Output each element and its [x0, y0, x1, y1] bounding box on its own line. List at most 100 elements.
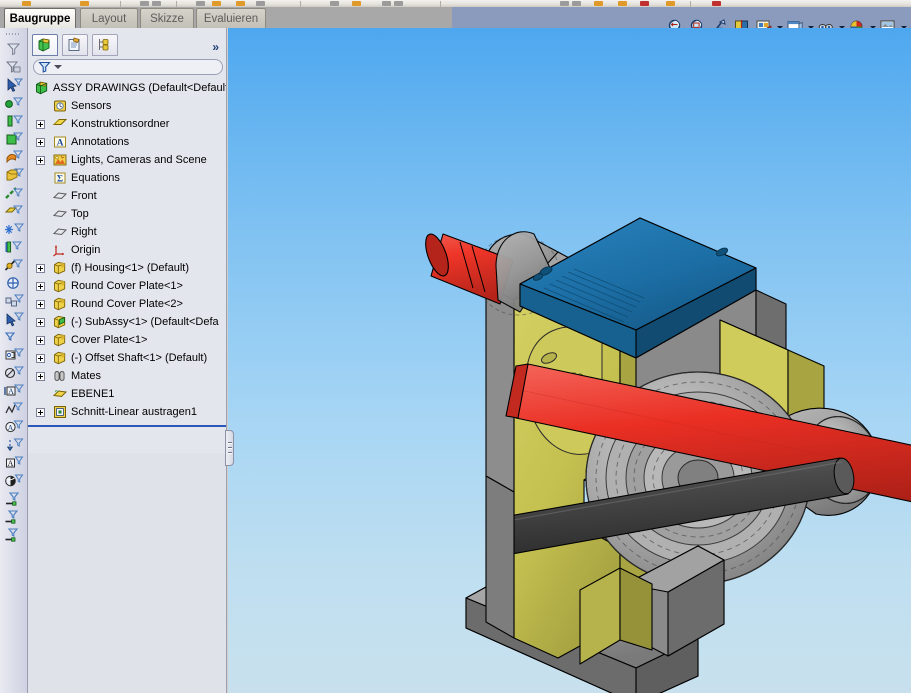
- filter-sketch-segments-icon[interactable]: [1, 256, 27, 274]
- tab-baugruppe[interactable]: Baugruppe: [4, 8, 76, 28]
- tree-item-equations[interactable]: Σ Equations: [28, 169, 226, 187]
- tree-item-assy-drawings[interactable]: ASSY DRAWINGS (Default<Default: [28, 79, 226, 97]
- filter-faces-icon[interactable]: [1, 130, 27, 148]
- tree-expand-toggle[interactable]: [36, 371, 45, 381]
- feature-tree-filter-bar[interactable]: [33, 59, 223, 75]
- tree-expand-toggle[interactable]: [36, 299, 45, 309]
- filter-notes-icon[interactable]: A: [1, 418, 27, 436]
- svg-text:Σ: Σ: [57, 174, 63, 184]
- assembly-icon: [34, 80, 50, 96]
- tree-expand-toggle[interactable]: [36, 137, 45, 147]
- tree-expand-toggle[interactable]: [36, 155, 45, 165]
- panel-splitter-handle[interactable]: [225, 430, 234, 466]
- filter-cosmetic-thread-icon[interactable]: [1, 472, 27, 490]
- filter-edges-icon[interactable]: [1, 112, 27, 130]
- svg-text:A: A: [7, 459, 13, 468]
- part-icon: [52, 296, 68, 312]
- svg-text:A: A: [8, 387, 14, 396]
- tree-item-housing[interactable]: (f) Housing<1> (Default): [28, 259, 226, 277]
- filter-connection-points-icon[interactable]: [1, 508, 27, 526]
- filter-dimensions-icon[interactable]: [1, 328, 27, 346]
- filter-all-icon[interactable]: [1, 40, 27, 58]
- filter-planes-icon[interactable]: [1, 202, 27, 220]
- filter-boxes-icon[interactable]: [1, 58, 27, 76]
- tree-expand-toggle[interactable]: [36, 281, 45, 291]
- model-render: [425, 217, 911, 693]
- filter-centerlines-icon[interactable]: [1, 310, 27, 328]
- tree-item-label: Right: [71, 226, 97, 238]
- annotations-icon: A: [52, 134, 68, 150]
- filter-center-marks-icon[interactable]: [1, 292, 27, 310]
- tree-item-label: Origin: [71, 244, 101, 256]
- tree-item-front-plane[interactable]: Front: [28, 187, 226, 205]
- feature-manager-tab[interactable]: [32, 34, 58, 56]
- tree-item-sensors[interactable]: Sensors: [28, 97, 226, 115]
- tree-expand-toggle[interactable]: [36, 407, 45, 417]
- tree-item-schnitt-linear-austragen1[interactable]: Schnitt-Linear austragen1: [28, 403, 226, 421]
- feature-tree-empty-area: [28, 453, 226, 693]
- filter-surface-bodies-icon[interactable]: [1, 148, 27, 166]
- tree-item-right-plane[interactable]: Right: [28, 223, 226, 241]
- part-icon: [52, 332, 68, 348]
- filter-vertices-icon[interactable]: [1, 94, 27, 112]
- tree-expand-toggle[interactable]: [36, 335, 45, 345]
- filter-surface-finish-icon[interactable]: [1, 346, 27, 364]
- plane-icon: [52, 188, 68, 204]
- tree-item-mates[interactable]: Mates: [28, 367, 226, 385]
- tree-item-offset-shaft[interactable]: (-) Offset Shaft<1> (Default): [28, 349, 226, 367]
- filter-axes-icon[interactable]: [1, 184, 27, 202]
- tree-expand-toggle[interactable]: [36, 353, 45, 363]
- tab-skizze[interactable]: Skizze: [140, 8, 194, 28]
- tab-layout[interactable]: Layout: [80, 8, 138, 28]
- subassembly-icon: [52, 314, 68, 330]
- tree-expand-toggle[interactable]: [36, 317, 45, 327]
- tab-evaluieren-label: Evaluieren: [203, 12, 259, 25]
- tab-layout-label: Layout: [91, 12, 127, 25]
- lights-cameras-icon: [52, 152, 68, 168]
- filter-balloons-icon[interactable]: [1, 436, 27, 454]
- tab-evaluieren[interactable]: Evaluieren: [196, 8, 266, 28]
- select-arrow-icon[interactable]: [1, 76, 27, 94]
- tree-item-ebene1[interactable]: EBENE1: [28, 385, 226, 403]
- filter-annotation-text-icon[interactable]: A: [1, 454, 27, 472]
- filter-sketches-icon[interactable]: [1, 238, 27, 256]
- tree-item-subassy[interactable]: (-) SubAssy<1> (Default<Defa: [28, 313, 226, 331]
- filter-datum-feature-icon[interactable]: A: [1, 382, 27, 400]
- cut-extrude-icon: [52, 404, 68, 420]
- tree-item-label: Konstruktionsordner: [71, 118, 170, 130]
- filter-geometric-tolerance-icon[interactable]: [1, 400, 27, 418]
- tree-item-cover-plate[interactable]: Cover Plate<1>: [28, 331, 226, 349]
- filter-dropdown-caret[interactable]: [54, 65, 62, 69]
- tree-item-label: Lights, Cameras and Scene: [71, 154, 207, 166]
- feature-manager-panel: » ASSY DRAWINGS (Default<Default Sensors…: [28, 28, 227, 693]
- rollback-bar[interactable]: [28, 425, 226, 427]
- tree-item-label: Cover Plate<1>: [71, 334, 148, 346]
- graphics-viewport[interactable]: [228, 28, 911, 693]
- expand-panel-chevrons[interactable]: »: [212, 40, 219, 54]
- tree-item-round-cover-plate-1[interactable]: Round Cover Plate<1>: [28, 277, 226, 295]
- tree-item-label: Front: [71, 190, 97, 202]
- filter-blocks-icon[interactable]: [1, 490, 27, 508]
- tree-item-label: Sensors: [71, 100, 112, 112]
- tree-item-round-cover-plate-2[interactable]: Round Cover Plate<2>: [28, 295, 226, 313]
- feature-tree[interactable]: ASSY DRAWINGS (Default<Default Sensors K…: [28, 79, 226, 451]
- filter-solid-bodies-icon[interactable]: [1, 166, 27, 184]
- filter-weld-symbols-icon[interactable]: [1, 364, 27, 382]
- tree-item-label: Equations: [71, 172, 120, 184]
- tree-item-top-plane[interactable]: Top: [28, 205, 226, 223]
- property-manager-tab[interactable]: [62, 34, 88, 56]
- filter-midpoints-icon[interactable]: [1, 274, 27, 292]
- tree-item-konstruktionsordner[interactable]: Konstruktionsordner: [28, 115, 226, 133]
- tree-item-label: Schnitt-Linear austragen1: [71, 406, 197, 418]
- tree-item-lights-cameras-scene[interactable]: Lights, Cameras and Scene: [28, 151, 226, 169]
- tree-item-annotations[interactable]: A Annotations: [28, 133, 226, 151]
- tree-item-origin[interactable]: Origin: [28, 241, 226, 259]
- filter-routing-points-icon[interactable]: [1, 526, 27, 544]
- tree-item-label: Round Cover Plate<1>: [71, 280, 183, 292]
- configuration-manager-tab[interactable]: [92, 34, 118, 56]
- toolbar-drag-grip[interactable]: [6, 30, 21, 38]
- tree-expand-toggle[interactable]: [36, 263, 45, 273]
- filter-sketch-points-icon[interactable]: [1, 220, 27, 238]
- tree-expand-toggle[interactable]: [36, 119, 45, 129]
- part-icon: [52, 350, 68, 366]
